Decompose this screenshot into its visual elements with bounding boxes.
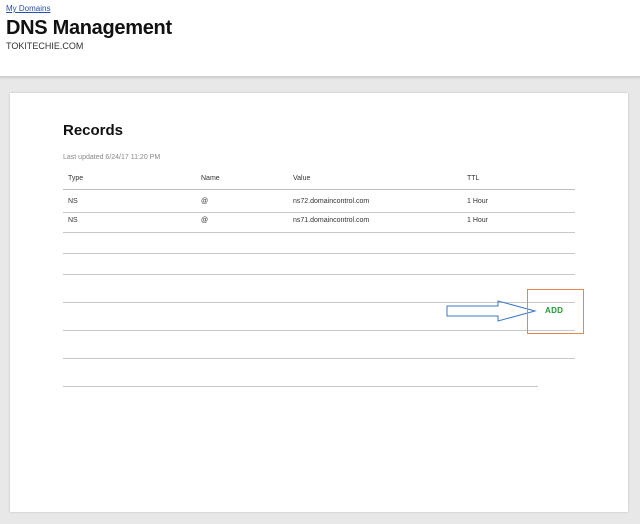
add-record-button[interactable]: ADD [545, 306, 563, 315]
record-type: NS [68, 217, 78, 224]
record-ttl: 1 Hour [467, 217, 489, 224]
last-updated-text: Last updated 6/24/17 11:20 PM [63, 154, 161, 161]
record-name: @ [201, 198, 209, 205]
row-divider [63, 274, 575, 275]
column-header-ttl: TTL [467, 175, 480, 182]
row-divider [63, 212, 575, 213]
page-header: My Domains DNS Management TOKITECHIE.COM [0, 0, 640, 77]
column-header-value: Value [293, 175, 311, 182]
page-title: DNS Management [6, 17, 172, 39]
row-divider [63, 232, 575, 233]
row-divider [63, 358, 575, 359]
column-header-type: Type [68, 175, 84, 182]
record-value: ns72.domaincontrol.com [293, 198, 370, 205]
breadcrumb-my-domains[interactable]: My Domains [6, 4, 50, 13]
records-title: Records [63, 122, 124, 139]
row-divider [63, 253, 575, 254]
row-divider [63, 386, 538, 387]
header-divider [63, 189, 575, 190]
record-ttl: 1 Hour [467, 198, 489, 205]
record-name: @ [201, 217, 209, 224]
column-header-name: Name [201, 175, 220, 182]
domain-name: TOKITECHIE.COM [6, 41, 84, 51]
record-type: NS [68, 198, 78, 205]
row-divider [63, 330, 575, 331]
record-value: ns71.domaincontrol.com [293, 217, 370, 224]
